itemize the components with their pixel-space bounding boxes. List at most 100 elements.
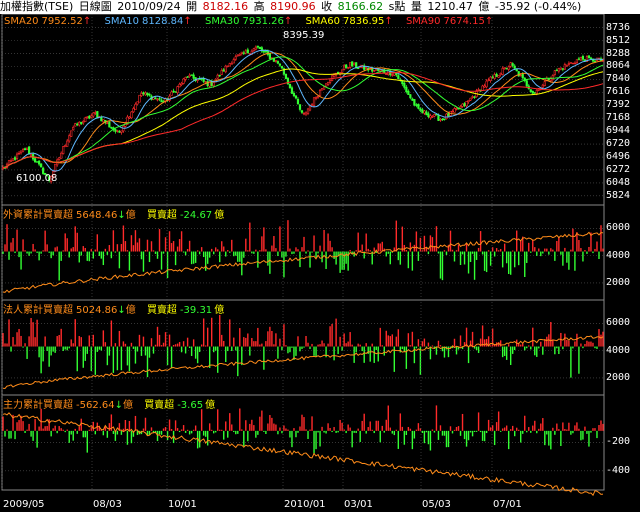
candle-body [593, 60, 597, 63]
net-bar [351, 430, 353, 448]
net-bar [273, 236, 275, 252]
net-bar [82, 430, 84, 438]
candle-body [403, 82, 406, 88]
net-bar [554, 251, 556, 261]
net-bar [106, 430, 109, 438]
net-bar [572, 430, 574, 434]
net-bar [92, 251, 95, 259]
net-bar [166, 430, 169, 441]
candle-body [304, 112, 308, 115]
net-bar [469, 251, 472, 262]
net-bar [451, 249, 454, 252]
net-bar [568, 422, 570, 431]
panel-y-tick: 6000 [606, 222, 631, 234]
net-bar [590, 430, 592, 433]
price-y-tick: 8288 [606, 47, 631, 59]
net-bar [303, 417, 305, 431]
net-bar [12, 237, 14, 252]
net-bar [295, 346, 297, 356]
net-bar [227, 250, 229, 252]
net-bar [471, 331, 474, 347]
net-bar [190, 346, 193, 356]
net-bar [124, 420, 127, 431]
net-bar [526, 430, 528, 433]
net-bar [564, 428, 566, 431]
candle-body [393, 72, 396, 76]
net-bar [421, 430, 424, 433]
net-bar [287, 220, 289, 252]
date-x-tick: 03/01 [344, 499, 373, 510]
net-bar [598, 425, 600, 431]
panel-y-tick: 4000 [606, 344, 631, 356]
net-bar [514, 430, 516, 437]
net-bar [600, 225, 602, 252]
candle-body [565, 65, 568, 67]
net-bar [239, 251, 241, 262]
net-bar [194, 251, 197, 263]
net-bar [92, 334, 95, 347]
net-bar [568, 340, 570, 347]
net-bar [198, 346, 201, 352]
net-bar [54, 425, 56, 431]
candle-body [23, 148, 27, 151]
net-bar [4, 430, 6, 437]
net-bar [439, 345, 442, 347]
net-bar [265, 430, 267, 434]
candle-body [525, 80, 528, 87]
net-bar [82, 346, 84, 368]
net-bar [461, 251, 464, 255]
net-bar [279, 338, 281, 347]
net-bar [395, 336, 398, 347]
date-x-tick: 07/01 [493, 499, 522, 510]
net-bar [331, 247, 333, 252]
net-bar [369, 421, 371, 431]
net-bar [271, 330, 273, 347]
volume-label: 量 [410, 0, 422, 13]
net-bar [373, 430, 375, 434]
candle-body [421, 109, 424, 113]
net-bar [64, 430, 66, 433]
net-bar [243, 251, 245, 258]
net-bar [267, 331, 269, 347]
candle-body [439, 119, 442, 121]
net-bar [331, 323, 333, 347]
net-bar [584, 343, 586, 347]
net-bar [333, 346, 335, 361]
net-bar [411, 331, 414, 347]
net-bar [592, 342, 594, 347]
net-bar [160, 430, 163, 435]
candle-body [499, 73, 502, 75]
net-bar [375, 346, 377, 351]
candle-body [140, 93, 143, 96]
net-bar [532, 425, 534, 431]
net-bar [208, 251, 211, 258]
net-bar [493, 430, 496, 446]
net-bar [237, 251, 239, 262]
net-bar [327, 233, 329, 252]
net-bar [287, 429, 289, 431]
net-bar [445, 430, 448, 448]
candle-body [375, 69, 378, 71]
candle-body [579, 56, 583, 61]
net-bar [200, 344, 203, 347]
high-value: 8190.96 [270, 0, 316, 13]
net-bar [297, 336, 299, 347]
candle-body [228, 63, 231, 67]
sma60-arrow: ↑ [384, 16, 393, 27]
net-bar [138, 334, 141, 347]
foreign-cum-unit: 億 [125, 210, 136, 221]
net-bar [335, 430, 337, 433]
candle-body [302, 113, 306, 115]
net-bar [172, 344, 175, 347]
net-bar [38, 251, 40, 261]
candle-body [483, 85, 486, 88]
net-bar [16, 422, 18, 431]
candle-body [461, 103, 464, 107]
net-bar [40, 346, 42, 374]
close-value: 8166.62 [337, 0, 384, 13]
net-bar [28, 251, 30, 256]
net-bar [68, 251, 70, 258]
net-bar [558, 429, 560, 431]
sma20-arrow: ↑ [82, 16, 92, 27]
net-bar [138, 238, 141, 252]
